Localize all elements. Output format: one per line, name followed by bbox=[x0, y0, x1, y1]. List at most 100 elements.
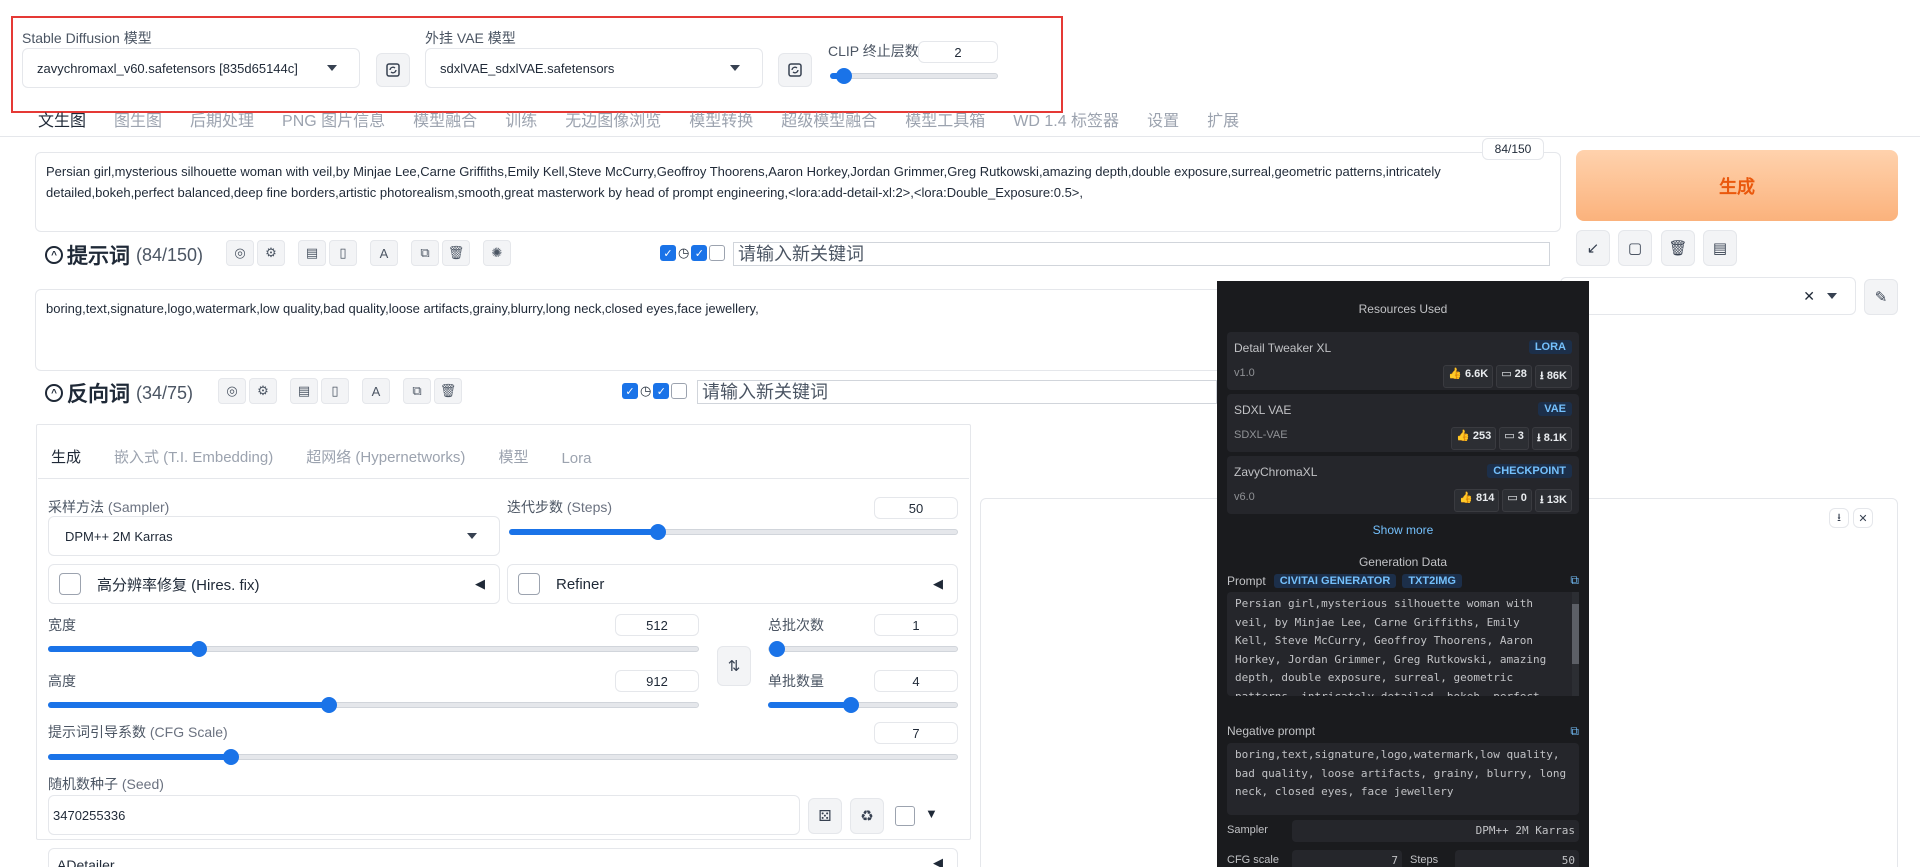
history-icon[interactable]: ▤ bbox=[298, 240, 326, 266]
height-input[interactable]: 912 bbox=[615, 670, 699, 692]
batch-size-slider[interactable] bbox=[768, 697, 958, 713]
extra-seed-checkbox[interactable] bbox=[895, 806, 915, 826]
vae-select[interactable]: sdxlVAE_sdxlVAE.safetensors bbox=[425, 48, 763, 88]
copy-icon[interactable]: ⧉ bbox=[411, 240, 439, 266]
negative-section-title[interactable]: ^ 反向词 (34/75) bbox=[45, 378, 193, 408]
copy-icon[interactable]: ⧉ bbox=[1570, 573, 1579, 588]
translate-icon[interactable]: A bbox=[362, 378, 390, 404]
tab-7[interactable]: 模型转换 bbox=[689, 107, 753, 135]
tab-6[interactable]: 无边图像浏览 bbox=[565, 107, 661, 135]
clock-icon[interactable]: ◷ bbox=[640, 383, 651, 399]
paste-button[interactable]: ▢ bbox=[1618, 230, 1652, 266]
sampler-select[interactable]: DPM++ 2M Karras bbox=[48, 516, 500, 556]
steps-slider[interactable] bbox=[509, 524, 958, 540]
check-icon[interactable]: ✓ bbox=[622, 383, 638, 399]
refresh-vae-button[interactable] bbox=[778, 53, 812, 87]
close-output-button[interactable]: ✕ bbox=[1853, 508, 1873, 528]
tab-12[interactable]: 扩展 bbox=[1207, 107, 1239, 135]
style-button[interactable]: ▤ bbox=[1703, 230, 1737, 266]
bookmark-icon[interactable]: ▯ bbox=[329, 240, 357, 266]
seed-input[interactable]: 3470255336 bbox=[48, 795, 800, 835]
trash-button[interactable]: 🗑 bbox=[1661, 230, 1695, 266]
read-params-button[interactable]: ↙ bbox=[1576, 230, 1610, 266]
width-input[interactable]: 512 bbox=[615, 614, 699, 636]
gen-tab-4[interactable]: Lora bbox=[561, 450, 591, 471]
clip-skip-slider[interactable] bbox=[830, 68, 998, 84]
tab-1[interactable]: 图生图 bbox=[114, 107, 162, 135]
prompt-section-title[interactable]: ^ 提示词 (84/150) bbox=[45, 240, 203, 270]
swap-dimensions-button[interactable]: ⇅ bbox=[717, 646, 751, 686]
scrollbar-thumb[interactable] bbox=[1572, 604, 1579, 664]
slider-thumb[interactable] bbox=[842, 697, 859, 713]
translate-icon[interactable]: A bbox=[370, 240, 398, 266]
refresh-sd-model-button[interactable] bbox=[376, 53, 410, 87]
tab-5[interactable]: 训练 bbox=[505, 107, 537, 135]
negative-keyword-input[interactable]: 请输入新关键词 bbox=[697, 380, 1217, 404]
gen-tab-0[interactable]: 生成 bbox=[51, 446, 81, 471]
download-button[interactable]: ⭳ bbox=[1829, 508, 1849, 528]
tab-8[interactable]: 超级模型融合 bbox=[781, 107, 877, 135]
batch-size-input[interactable]: 4 bbox=[874, 670, 958, 692]
prompt-keyword-input[interactable]: 请输入新关键词 bbox=[733, 242, 1550, 266]
prompt-textarea[interactable]: Persian girl,mysterious silhouette woman… bbox=[35, 152, 1561, 232]
close-icon[interactable]: ✕ bbox=[1803, 288, 1815, 305]
show-more-link[interactable]: Show more bbox=[1217, 523, 1589, 537]
history-icon[interactable]: ▤ bbox=[290, 378, 318, 404]
adetailer-accordion[interactable]: ADetailer ◀ bbox=[48, 848, 958, 867]
check-icon[interactable]: ✓ bbox=[653, 383, 670, 399]
gen-tab-3[interactable]: 模型 bbox=[498, 446, 528, 471]
height-slider[interactable] bbox=[48, 697, 699, 713]
width-slider[interactable] bbox=[48, 641, 699, 657]
bookmark-icon[interactable]: ▯ bbox=[321, 378, 349, 404]
globe-icon[interactable]: ◎ bbox=[218, 378, 246, 404]
extra-seed-toggle-icon[interactable]: ▼ bbox=[925, 806, 938, 821]
check-icon[interactable]: ✓ bbox=[660, 245, 676, 261]
random-seed-button[interactable]: ⚄ bbox=[808, 798, 842, 834]
slider-thumb[interactable] bbox=[320, 697, 337, 713]
tab-10[interactable]: WD 1.4 标签器 bbox=[1013, 107, 1119, 135]
hires-fix-accordion[interactable]: 高分辨率修复 (Hires. fix) ◀ bbox=[48, 564, 500, 604]
refiner-accordion[interactable]: Refiner ◀ bbox=[507, 564, 958, 604]
resource-card[interactable]: SDXL VAE VAE SDXL-VAE 👍 253 ▭ 3 ⭳ 8.1K bbox=[1227, 394, 1579, 452]
resource-card[interactable]: Detail Tweaker XL LORA v1.0 👍 6.6K ▭ 28 ⭳ 86K bbox=[1227, 332, 1579, 390]
clock-icon[interactable]: ◷ bbox=[678, 245, 689, 261]
hires-checkbox[interactable] bbox=[59, 573, 81, 595]
tab-2[interactable]: 后期处理 bbox=[190, 107, 254, 135]
panel-icon[interactable] bbox=[671, 383, 688, 399]
check-icon[interactable]: ✓ bbox=[691, 245, 708, 261]
steps-input[interactable]: 50 bbox=[874, 497, 958, 519]
reuse-seed-button[interactable]: ♻ bbox=[850, 798, 884, 834]
tab-3[interactable]: PNG 图片信息 bbox=[282, 107, 385, 135]
clip-skip-input[interactable]: 2 bbox=[918, 41, 998, 63]
sd-model-select[interactable]: zavychromaxl_v60.safetensors [835d65144c… bbox=[22, 48, 360, 88]
cfg-input[interactable]: 7 bbox=[874, 722, 958, 744]
gear-icon[interactable]: ⚙ bbox=[257, 240, 285, 266]
tab-9[interactable]: 模型工具箱 bbox=[905, 107, 985, 135]
tab-4[interactable]: 模型融合 bbox=[413, 107, 477, 135]
style-select[interactable]: ✕ bbox=[1560, 277, 1856, 315]
negative-textarea[interactable]: boring,text,signature,logo,watermark,low… bbox=[35, 289, 1225, 371]
edit-style-button[interactable]: ✎ bbox=[1864, 279, 1898, 315]
gen-tab-2[interactable]: 超网络 (Hypernetworks) bbox=[306, 446, 465, 471]
slider-thumb[interactable] bbox=[190, 641, 207, 657]
delete-icon[interactable]: 🗑 bbox=[434, 378, 462, 404]
globe-icon[interactable]: ◎ bbox=[226, 240, 254, 266]
copy-icon[interactable]: ⧉ bbox=[1570, 724, 1579, 739]
overlay-scrollbar[interactable] bbox=[1572, 592, 1579, 696]
slider-thumb[interactable] bbox=[223, 749, 239, 765]
copy-icon[interactable]: ⧉ bbox=[403, 378, 431, 404]
generate-button[interactable]: 生成 bbox=[1576, 150, 1898, 221]
gear-icon[interactable]: ⚙ bbox=[249, 378, 277, 404]
openai-icon[interactable]: ✺ bbox=[483, 240, 511, 266]
refiner-checkbox[interactable] bbox=[518, 573, 540, 595]
gen-tab-1[interactable]: 嵌入式 (T.I. Embedding) bbox=[114, 446, 273, 471]
tab-0[interactable]: 文生图 bbox=[38, 107, 86, 135]
resource-card[interactable]: ZavyChromaXL CHECKPOINT v6.0 👍 814 ▭ 0 ⭳ 13K bbox=[1227, 456, 1579, 514]
slider-thumb[interactable] bbox=[769, 641, 785, 657]
batch-count-input[interactable]: 1 bbox=[874, 614, 958, 636]
batch-count-slider[interactable] bbox=[768, 641, 958, 657]
panel-icon[interactable] bbox=[709, 245, 726, 261]
cfg-slider[interactable] bbox=[48, 749, 958, 765]
delete-icon[interactable]: 🗑 bbox=[442, 240, 470, 266]
tab-11[interactable]: 设置 bbox=[1147, 107, 1179, 135]
